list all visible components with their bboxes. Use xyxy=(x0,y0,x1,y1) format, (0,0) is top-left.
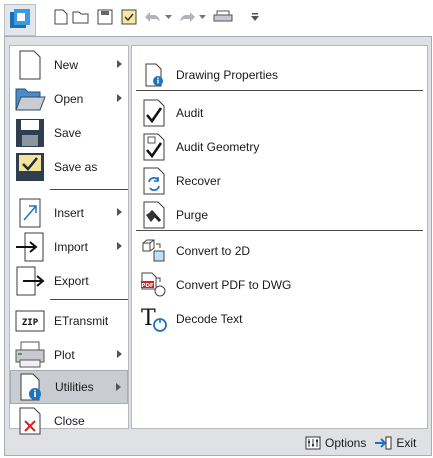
exit-label: Exit xyxy=(396,436,417,450)
new-icon[interactable] xyxy=(52,8,70,26)
menu-separator xyxy=(136,90,423,91)
export-icon xyxy=(14,265,46,297)
save-as-icon[interactable] xyxy=(120,8,138,26)
submenu-arrow-icon xyxy=(117,60,122,68)
menu-item-label: Export xyxy=(54,274,89,288)
menu-footer: Options Exit xyxy=(305,433,425,453)
app-menu-icon xyxy=(10,9,30,28)
exit-button[interactable]: Exit xyxy=(374,436,416,450)
insert-icon xyxy=(14,197,46,229)
submenu-item-audit[interactable]: Audit xyxy=(132,96,427,130)
audit-icon xyxy=(140,99,168,127)
menu-item-label: Utilities xyxy=(55,380,94,394)
menu-item-label: Open xyxy=(54,92,84,106)
convert-2d-icon xyxy=(140,237,168,265)
new-document-icon xyxy=(14,49,46,81)
submenu-item-label: Recover xyxy=(176,174,221,188)
submenu-item-label: Drawing Properties xyxy=(176,68,279,82)
pdf-to-dwg-icon: PDF xyxy=(140,271,168,299)
redo-dropdown-icon[interactable] xyxy=(198,8,206,26)
submenu-item-convert-pdf-to-dwg[interactable]: PDF Convert PDF to DWG xyxy=(132,268,427,302)
submenu-item-label: Decode Text xyxy=(176,312,243,326)
menu-item-save-as[interactable]: Save as xyxy=(10,150,128,184)
drawing-properties-icon xyxy=(140,61,168,89)
options-label: Options xyxy=(325,436,367,450)
submenu-item-label: Audit Geometry xyxy=(176,140,260,154)
menu-item-label: New xyxy=(54,58,79,72)
submenu-arrow-icon xyxy=(117,94,122,102)
menu-item-label: Save xyxy=(54,126,82,140)
utilities-submenu: Drawing Properties Audit Audit Geometry … xyxy=(131,45,428,429)
utilities-icon xyxy=(15,371,47,403)
menu-item-label: Plot xyxy=(54,348,75,362)
menu-item-label: ETransmit xyxy=(54,314,109,328)
svg-text:PDF: PDF xyxy=(141,283,154,289)
undo-dropdown-icon[interactable] xyxy=(164,8,172,26)
customize-icon[interactable] xyxy=(250,8,260,26)
menu-separator xyxy=(50,189,128,190)
submenu-item-decode-text[interactable]: T Decode Text xyxy=(132,302,427,336)
application-menu: New Open Save Save as Insert Import Expo… xyxy=(4,36,432,456)
close-document-icon xyxy=(14,405,46,437)
purge-icon xyxy=(140,201,168,229)
menu-item-insert[interactable]: Insert xyxy=(10,196,128,230)
submenu-item-audit-geometry[interactable]: Audit Geometry xyxy=(132,130,427,164)
redo-icon[interactable] xyxy=(178,8,196,26)
menu-item-save[interactable]: Save xyxy=(10,116,128,150)
menu-separator xyxy=(50,299,128,300)
plot-icon[interactable] xyxy=(212,8,234,26)
menu-item-export[interactable]: Export xyxy=(10,264,128,298)
svg-text:ZIP: ZIP xyxy=(22,318,39,328)
quick-access-toolbar xyxy=(0,0,433,36)
submenu-item-purge[interactable]: Purge xyxy=(132,198,427,232)
menu-item-import[interactable]: Import xyxy=(10,230,128,264)
floppy-disk-icon xyxy=(14,117,46,149)
zip-icon: ZIP xyxy=(14,305,46,337)
menu-separator xyxy=(136,230,423,231)
decode-text-icon: T xyxy=(140,305,168,333)
submenu-arrow-icon xyxy=(117,208,122,216)
save-as-icon xyxy=(14,151,46,183)
exit-icon xyxy=(375,436,392,450)
recover-icon xyxy=(140,167,168,195)
left-menu: New Open Save Save as Insert Import Expo… xyxy=(9,45,129,435)
menu-item-open[interactable]: Open xyxy=(10,82,128,116)
options-icon xyxy=(305,436,321,450)
menu-item-close[interactable]: Close xyxy=(10,404,128,438)
menu-item-label: Save as xyxy=(54,160,98,174)
submenu-item-recover[interactable]: Recover xyxy=(132,164,427,198)
folder-open-icon xyxy=(14,83,46,115)
undo-icon[interactable] xyxy=(144,8,162,26)
submenu-arrow-icon xyxy=(117,350,122,358)
menu-item-label: Close xyxy=(54,414,85,428)
submenu-item-drawing-properties[interactable]: Drawing Properties xyxy=(132,58,427,92)
printer-icon xyxy=(14,339,46,371)
menu-item-etransmit[interactable]: ZIP ETransmit xyxy=(10,304,128,338)
menu-item-new[interactable]: New xyxy=(10,48,128,82)
submenu-item-convert-2d[interactable]: Convert to 2D xyxy=(132,234,427,268)
submenu-item-label: Convert to 2D xyxy=(176,244,251,258)
submenu-item-label: Convert PDF to DWG xyxy=(176,278,292,292)
menu-item-utilities[interactable]: Utilities xyxy=(10,370,128,404)
submenu-item-label: Audit xyxy=(176,106,204,120)
audit-geometry-icon xyxy=(140,133,168,161)
submenu-item-label: Purge xyxy=(176,208,209,222)
submenu-arrow-icon xyxy=(117,242,122,250)
app-menu-button[interactable] xyxy=(4,4,36,36)
open-icon[interactable] xyxy=(72,8,90,26)
submenu-arrow-icon xyxy=(116,383,121,391)
menu-item-label: Insert xyxy=(54,206,85,220)
import-icon xyxy=(14,231,46,263)
menu-item-label: Import xyxy=(54,240,89,254)
menu-item-plot[interactable]: Plot xyxy=(10,338,128,372)
save-icon[interactable] xyxy=(96,8,114,26)
options-button[interactable]: Options xyxy=(305,436,366,450)
